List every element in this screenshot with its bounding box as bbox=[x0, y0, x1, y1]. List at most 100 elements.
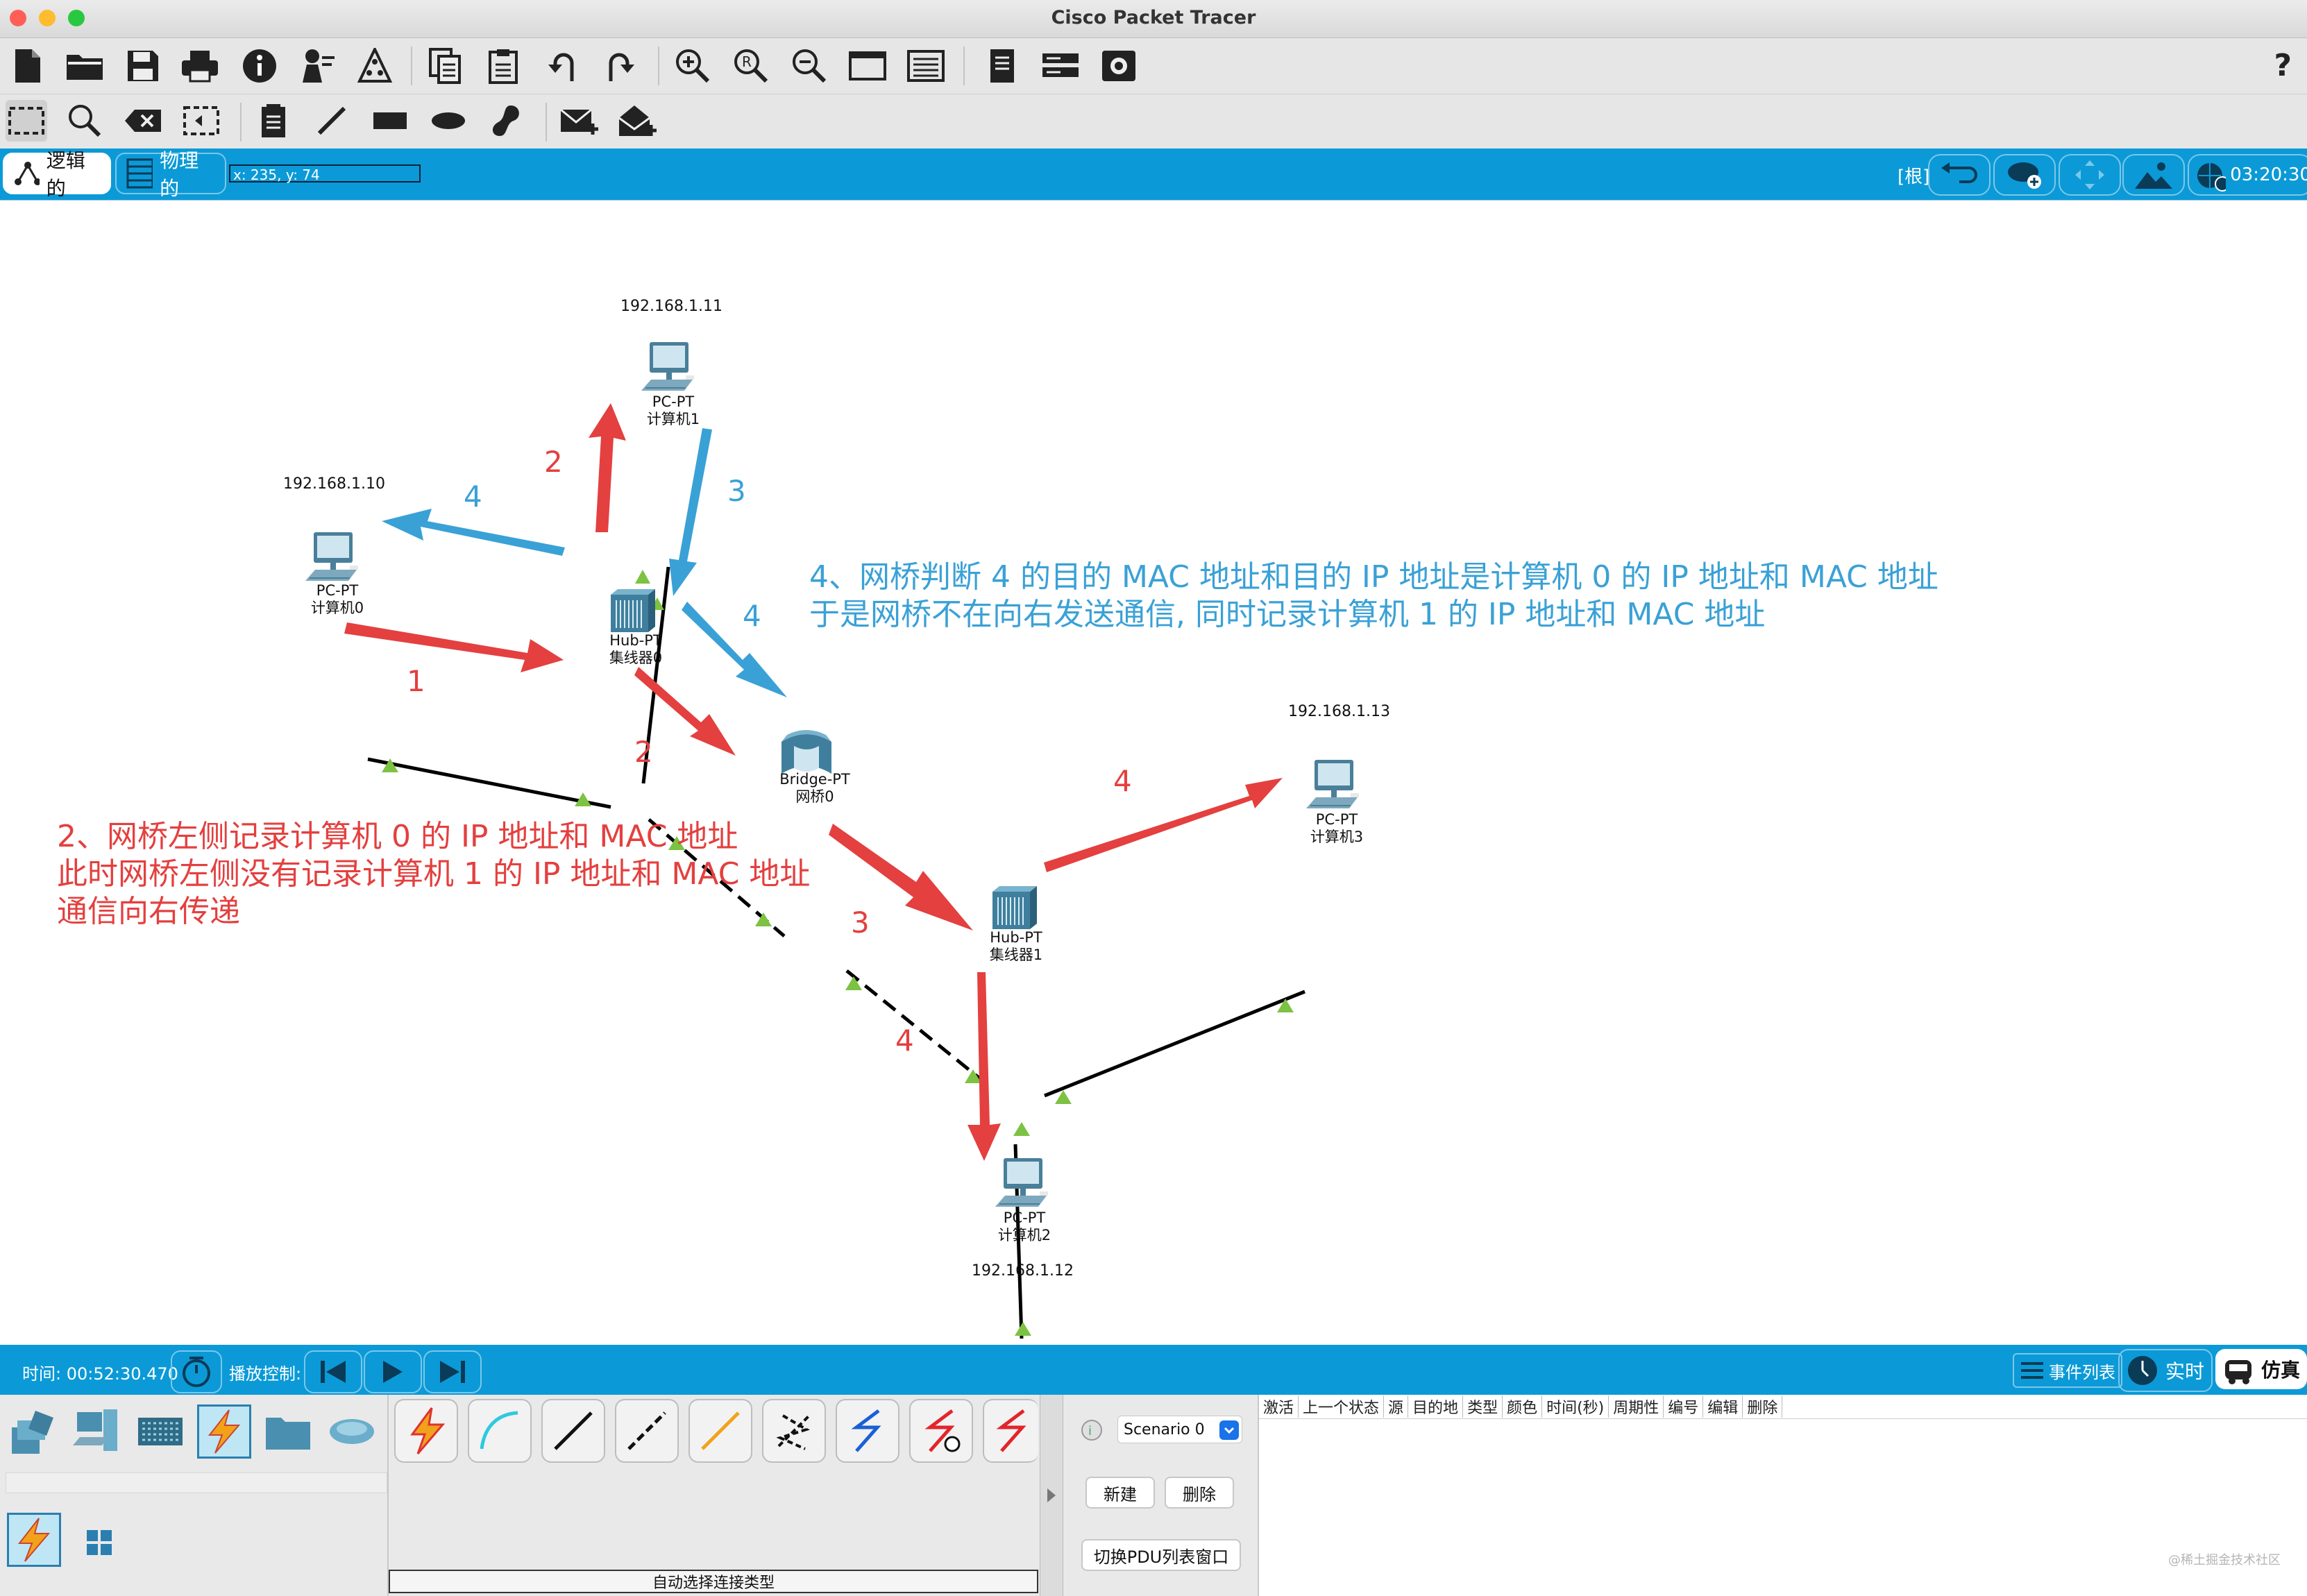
pdu-column-header[interactable]: 颜色 bbox=[1503, 1395, 1543, 1418]
user-profile-icon[interactable] bbox=[1098, 45, 1140, 87]
miscellaneous-icon[interactable] bbox=[261, 1404, 315, 1459]
pdu-column-header[interactable]: 周期性 bbox=[1609, 1395, 1664, 1418]
note-icon[interactable] bbox=[253, 100, 294, 142]
select-icon[interactable] bbox=[6, 100, 47, 142]
drawing-palette-icon[interactable] bbox=[847, 45, 888, 87]
info-icon[interactable] bbox=[239, 45, 280, 87]
play-button[interactable] bbox=[364, 1350, 422, 1393]
connections-category-icon[interactable] bbox=[197, 1404, 251, 1459]
new-scenario-button[interactable]: 新建 bbox=[1085, 1477, 1155, 1509]
open-folder-icon[interactable] bbox=[64, 45, 105, 87]
link-hub1-pc3[interactable] bbox=[1044, 990, 1305, 1098]
new-cluster-button[interactable] bbox=[1993, 154, 2056, 196]
zoom-reset-icon[interactable]: R bbox=[730, 45, 772, 87]
paste-icon[interactable] bbox=[483, 45, 525, 87]
zoom-out-icon[interactable] bbox=[788, 45, 830, 87]
tab-physical[interactable]: 物理的 bbox=[115, 149, 226, 200]
realtime-mode-button[interactable]: 实时 bbox=[2118, 1349, 2213, 1392]
inspect-icon[interactable] bbox=[64, 100, 105, 142]
hub0-icon[interactable] bbox=[610, 588, 656, 633]
octal-cable-icon[interactable] bbox=[983, 1399, 1038, 1463]
help-button[interactable]: ? bbox=[2274, 48, 2292, 83]
event-list-button[interactable]: 事件列表 bbox=[2013, 1353, 2122, 1388]
link-hub0-pc0[interactable] bbox=[367, 757, 611, 809]
phone-cable-icon[interactable] bbox=[762, 1399, 826, 1463]
scenario-select[interactable]: Scenario 0 bbox=[1117, 1416, 1242, 1443]
back-button[interactable] bbox=[1928, 154, 1991, 196]
connections-subtype-icon[interactable] bbox=[7, 1513, 61, 1567]
pc3-icon[interactable] bbox=[1305, 759, 1360, 809]
crossover-cable-icon[interactable] bbox=[615, 1399, 679, 1463]
blue-arrow-4-bridge bbox=[682, 602, 787, 697]
network-info-icon[interactable] bbox=[354, 45, 396, 87]
pdu-column-header[interactable]: 时间(秒) bbox=[1542, 1395, 1609, 1418]
grid-view-icon[interactable] bbox=[72, 1516, 126, 1570]
rectangle-icon[interactable] bbox=[369, 100, 411, 142]
pdu-column-header[interactable]: 激活 bbox=[1259, 1395, 1299, 1418]
add-complex-pdu-icon[interactable] bbox=[616, 100, 658, 142]
fiber-cable-icon[interactable] bbox=[688, 1399, 752, 1463]
move-object-button[interactable] bbox=[2059, 154, 2121, 196]
connection-type-label: 自动选择连接类型 bbox=[389, 1570, 1038, 1593]
undo-icon[interactable] bbox=[541, 45, 583, 87]
set-background-button[interactable] bbox=[2122, 154, 2185, 196]
zoom-in-icon[interactable] bbox=[672, 45, 713, 87]
network-devices-icon[interactable] bbox=[6, 1404, 60, 1459]
auto-connection-icon[interactable] bbox=[394, 1399, 458, 1463]
copy-icon[interactable] bbox=[425, 45, 466, 87]
reset-time-button[interactable] bbox=[171, 1350, 222, 1393]
panel-collapse-handle[interactable] bbox=[1040, 1395, 1063, 1596]
delete-icon[interactable] bbox=[122, 100, 164, 142]
pc2-icon[interactable] bbox=[995, 1157, 1049, 1207]
custom-device-dialog-icon[interactable] bbox=[905, 45, 947, 87]
title-bar: Cisco Packet Tracer bbox=[0, 0, 2307, 38]
workspace-bar: 逻辑的 物理的 x: 235, y: 74 [根] 03:20:30 bbox=[0, 148, 2307, 200]
cluster-icon[interactable] bbox=[1040, 45, 1081, 87]
pdu-column-header[interactable]: 目的地 bbox=[1408, 1395, 1464, 1418]
straight-through-cable-icon[interactable] bbox=[541, 1399, 605, 1463]
pdu-column-header[interactable]: 编辑 bbox=[1703, 1395, 1743, 1418]
pdu-column-header[interactable]: 源 bbox=[1384, 1395, 1409, 1418]
serial-dte-cable-icon[interactable] bbox=[909, 1399, 973, 1463]
pdu-column-header[interactable]: 编号 bbox=[1664, 1395, 1704, 1418]
delete-scenario-button[interactable]: 删除 bbox=[1165, 1477, 1234, 1509]
pdu-list-icon[interactable] bbox=[981, 45, 1023, 87]
step-back-button[interactable] bbox=[304, 1350, 362, 1393]
print-icon[interactable] bbox=[179, 45, 221, 87]
pc0-name: 计算机0 bbox=[310, 600, 364, 616]
save-icon[interactable] bbox=[122, 45, 164, 87]
back-arrow-icon bbox=[1941, 162, 1977, 183]
multiuser-icon[interactable] bbox=[325, 1404, 379, 1459]
components-icon[interactable] bbox=[133, 1404, 187, 1459]
toggle-pdu-list-button[interactable]: 切换PDU列表窗口 bbox=[1081, 1539, 1241, 1571]
hub1-icon[interactable] bbox=[992, 885, 1038, 930]
console-cable-icon[interactable] bbox=[468, 1399, 532, 1463]
ellipse-icon[interactable] bbox=[428, 100, 469, 142]
add-simple-pdu-icon[interactable] bbox=[558, 100, 600, 142]
pdu-column-header[interactable]: 类型 bbox=[1463, 1395, 1503, 1418]
pdu-column-header[interactable]: 上一个状态 bbox=[1299, 1395, 1385, 1418]
step-number: 2 bbox=[634, 735, 653, 769]
serial-dce-cable-icon[interactable] bbox=[836, 1399, 899, 1463]
resize-icon[interactable] bbox=[180, 100, 222, 142]
viewport-clock-button[interactable]: 03:20:30 bbox=[2188, 154, 2307, 196]
realtime-clock-icon bbox=[2128, 1356, 2157, 1385]
pc0-icon[interactable] bbox=[305, 532, 359, 581]
sim-time: 时间: 00:52:30.470 bbox=[22, 1364, 178, 1384]
link-bridge0-hub1[interactable] bbox=[845, 969, 994, 1090]
hub1-name: 集线器1 bbox=[989, 946, 1043, 963]
draw-line-icon[interactable] bbox=[311, 100, 353, 142]
activity-wizard-icon[interactable] bbox=[296, 45, 337, 87]
pdu-column-header[interactable]: 删除 bbox=[1743, 1395, 1783, 1418]
simulation-mode-button[interactable]: 仿真 bbox=[2215, 1349, 2307, 1389]
freeform-icon[interactable] bbox=[486, 100, 527, 142]
pc1-icon[interactable] bbox=[641, 341, 695, 391]
new-file-icon[interactable] bbox=[7, 45, 49, 87]
step-forward-button[interactable] bbox=[423, 1350, 482, 1393]
bridge0-icon[interactable] bbox=[781, 730, 831, 774]
redo-icon[interactable] bbox=[600, 45, 641, 87]
logical-workspace-canvas[interactable]: 192.168.1.11 192.168.1.10 192.168.1.13 1… bbox=[0, 200, 2307, 1345]
reset-clock-icon bbox=[183, 1357, 210, 1387]
end-devices-icon[interactable] bbox=[69, 1404, 124, 1459]
tab-logical[interactable]: 逻辑的 bbox=[3, 149, 111, 200]
